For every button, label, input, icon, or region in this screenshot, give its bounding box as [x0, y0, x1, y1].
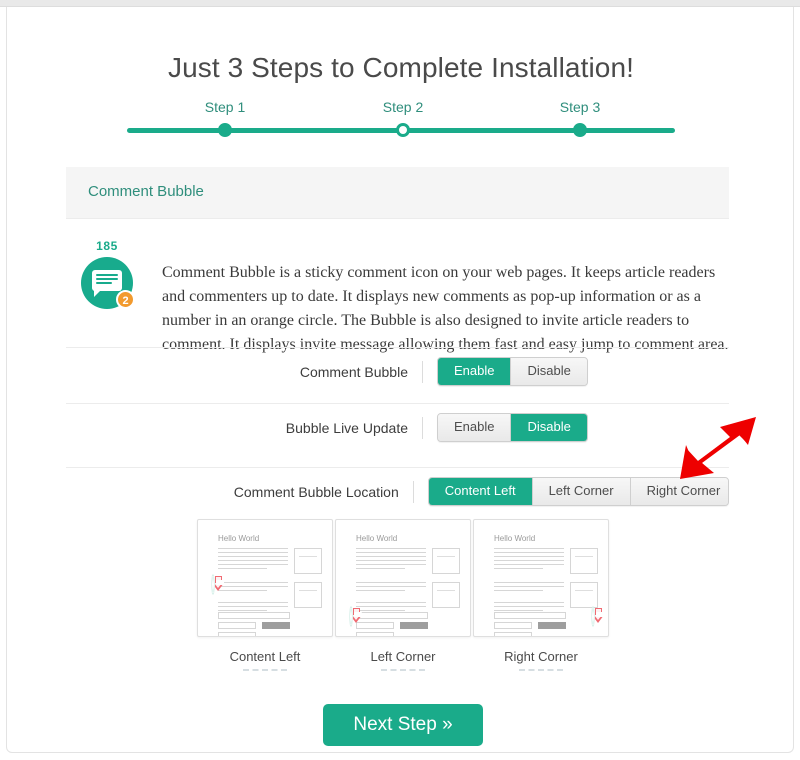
- thumbnail-mock-title: Hello World: [494, 534, 536, 543]
- mock-paragraph: [356, 548, 426, 572]
- divider: [422, 416, 423, 439]
- mock-form-field: [494, 622, 532, 629]
- location-option-content-left[interactable]: Content Left: [428, 478, 533, 505]
- comment-count-label: 185: [96, 239, 118, 253]
- thumbnail-preview-image[interactable]: Hello World: [473, 519, 609, 637]
- toggle-bubble-live-update-enable[interactable]: Enable: [438, 414, 512, 441]
- thumbnail-label: Content Left: [229, 649, 301, 664]
- thumbnail-preview-image[interactable]: Hello World: [335, 519, 471, 637]
- mock-form-field: [494, 632, 532, 636]
- step-label-3: Step 3: [559, 99, 601, 115]
- thumbnail-underline: [519, 669, 563, 671]
- mock-sidebar-box: [570, 548, 598, 574]
- mock-sidebar-box: [294, 548, 322, 574]
- toggle-bubble-live-update[interactable]: Enable Disable: [437, 413, 588, 442]
- mock-sidebar-box: [432, 582, 460, 608]
- mini-comment-bubble-icon: [592, 607, 594, 626]
- thumbnail-underline: [381, 669, 425, 671]
- mock-form-field: [218, 612, 290, 619]
- location-option-left-corner[interactable]: Left Corner: [532, 478, 631, 505]
- page-title: Just 3 Steps to Complete Installation!: [167, 51, 635, 83]
- thumbnail-preview-image[interactable]: Hello World: [197, 519, 333, 637]
- step-progress-bar: Step 1 Step 2 Step 3: [127, 99, 675, 147]
- mock-sidebar-box: [432, 548, 460, 574]
- thumbnail-label: Left Corner: [370, 649, 436, 664]
- mini-comment-bubble-icon: [212, 575, 214, 594]
- toggle-comment-bubble[interactable]: Enable Disable: [437, 357, 588, 386]
- setting-row-bubble-live-update: Bubble Live Update Enable Disable: [66, 403, 729, 451]
- setting-label-bubble-live-update: Bubble Live Update: [285, 419, 408, 436]
- toggle-bubble-live-update-disable[interactable]: Disable: [511, 414, 587, 441]
- mock-form-field: [356, 612, 428, 619]
- location-option-right-corner[interactable]: Right Corner: [630, 478, 728, 505]
- mock-paragraph: [356, 582, 426, 594]
- toggle-comment-bubble-enable[interactable]: Enable: [438, 358, 512, 385]
- divider: [412, 480, 414, 503]
- thumbnail-content-left[interactable]: Hello World Content Left: [197, 519, 333, 671]
- step-dot-2: [396, 123, 410, 137]
- mock-paragraph: [218, 582, 288, 594]
- setting-label-comment-bubble: Comment Bubble: [299, 363, 408, 380]
- bubble-position-marker: [580, 607, 606, 626]
- location-preview-thumbnails: Hello World Content Left Hello World Lef…: [197, 519, 609, 671]
- toggle-comment-bubble-disable[interactable]: Disable: [511, 358, 587, 385]
- bubble-position-marker: [200, 575, 226, 594]
- bubble-count-badge: 2: [116, 290, 135, 309]
- mock-paragraph: [494, 548, 564, 572]
- bubble-position-marker: [338, 607, 364, 626]
- installation-wizard-card: Just 3 Steps to Complete Installation! S…: [6, 7, 794, 753]
- bubble-text-lines: [96, 274, 118, 286]
- step-dot-3: [573, 123, 587, 137]
- step-indicator-3[interactable]: Step 3: [530, 99, 630, 137]
- divider: [422, 360, 423, 383]
- section-header-title: Comment Bubble: [88, 183, 204, 200]
- setting-row-comment-bubble: Comment Bubble Enable Disable: [66, 347, 729, 395]
- step-indicator-2[interactable]: Step 2: [353, 99, 453, 137]
- mock-form-field: [218, 632, 256, 636]
- thumbnail-underline: [243, 669, 287, 671]
- mock-form-field: [494, 612, 566, 619]
- browser-top-strip: [0, 0, 800, 7]
- mock-submit-button: [538, 622, 566, 629]
- mock-paragraph: [494, 582, 564, 594]
- mock-sidebar-box: [294, 582, 322, 608]
- mock-paragraph: [218, 548, 288, 572]
- setting-label-comment-bubble-location: Comment Bubble Location: [233, 483, 399, 500]
- thumbnail-left-corner[interactable]: Hello World Left Corner: [335, 519, 471, 671]
- thumbnail-mock-title: Hello World: [356, 534, 398, 543]
- thumbnail-right-corner[interactable]: Hello World Right Corner: [473, 519, 609, 671]
- mock-submit-button: [400, 622, 428, 629]
- step-label-1: Step 1: [204, 99, 246, 115]
- mini-comment-bubble-icon: [350, 607, 352, 626]
- mock-form-field: [356, 632, 394, 636]
- comment-bubble-icon: 2: [81, 257, 135, 309]
- thumbnail-label: Right Corner: [504, 649, 578, 664]
- section-intro-text: Comment Bubble is a sticky comment icon …: [162, 264, 729, 353]
- mock-sidebar-box: [570, 582, 598, 608]
- next-step-button[interactable]: Next Step »: [323, 704, 483, 746]
- thumbnail-mock-title: Hello World: [218, 534, 260, 543]
- mock-submit-button: [262, 622, 290, 629]
- section-header: Comment Bubble: [66, 167, 729, 219]
- step-indicator-1[interactable]: Step 1: [175, 99, 275, 137]
- setting-row-comment-bubble-location: Comment Bubble Location Content Left Lef…: [66, 467, 729, 515]
- mock-form-field: [218, 622, 256, 629]
- toggle-comment-bubble-location[interactable]: Content Left Left Corner Right Corner: [427, 477, 729, 506]
- step-dot-1: [218, 123, 232, 137]
- app-frame: Just 3 Steps to Complete Installation! S…: [0, 0, 800, 760]
- step-label-2: Step 2: [382, 99, 424, 115]
